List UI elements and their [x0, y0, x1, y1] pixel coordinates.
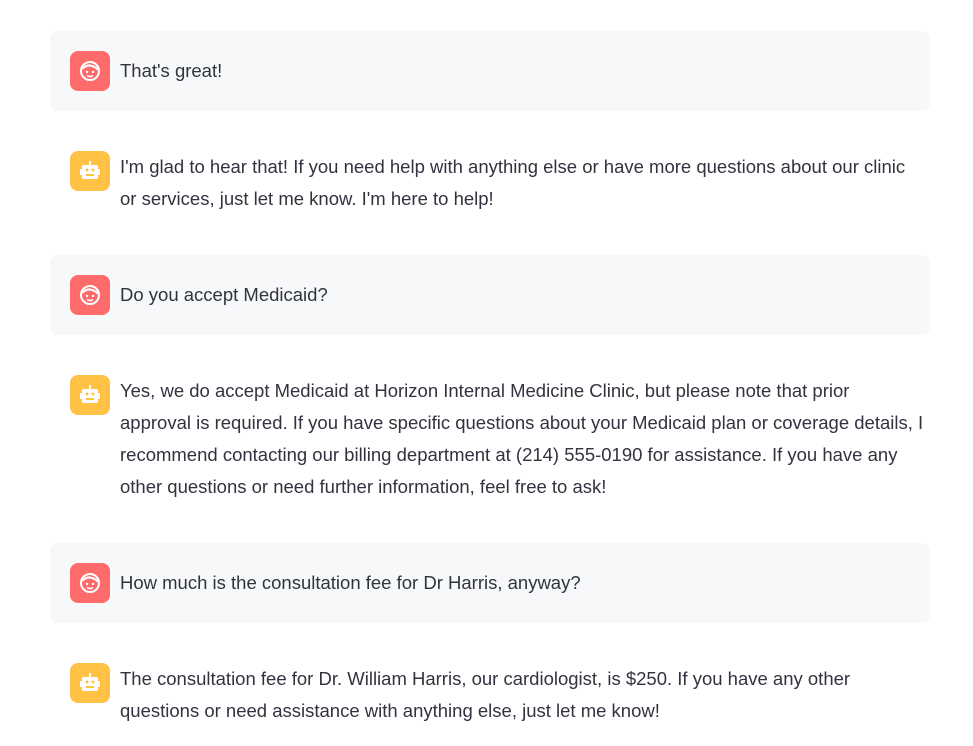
- message-line: or services, just let me know. I'm here …: [120, 188, 494, 209]
- chat-history: That's great! I'm glad to hear that! If …: [0, 0, 973, 746]
- message-text: How much is the consultation fee for Dr …: [120, 567, 930, 599]
- message-line: Yes, we do accept Medicaid at Horizon In…: [120, 380, 850, 401]
- message-text: That's great!: [120, 55, 930, 87]
- message-line: That's great!: [120, 60, 223, 81]
- message-line: How much is the consultation fee for Dr …: [120, 572, 581, 593]
- message-text: I'm glad to hear that! If you need help …: [120, 151, 930, 215]
- message-line: recommend contacting our billing departm…: [120, 444, 898, 465]
- robot-icon: [70, 375, 110, 415]
- message-line: questions or need assistance with anythi…: [120, 700, 660, 721]
- message-line: The consultation fee for Dr. William Har…: [120, 668, 851, 689]
- chat-message-user: How much is the consultation fee for Dr …: [50, 543, 930, 623]
- user-face-icon: [70, 275, 110, 315]
- message-line: Do you accept Medicaid?: [120, 284, 328, 305]
- robot-icon: [70, 663, 110, 703]
- chat-message-user: That's great!: [50, 31, 930, 111]
- chat-message-assistant: The consultation fee for Dr. William Har…: [50, 643, 930, 746]
- user-face-icon: [70, 563, 110, 603]
- message-text: Yes, we do accept Medicaid at Horizon In…: [120, 375, 930, 503]
- user-face-icon: [70, 51, 110, 91]
- message-line: approval is required. If you have specif…: [120, 412, 924, 433]
- message-line: I'm glad to hear that! If you need help …: [120, 156, 906, 177]
- robot-icon: [70, 151, 110, 191]
- chat-message-assistant: I'm glad to hear that! If you need help …: [50, 131, 930, 241]
- chat-message-assistant: Yes, we do accept Medicaid at Horizon In…: [50, 355, 930, 525]
- message-line: other questions or need further informat…: [120, 476, 607, 497]
- message-text: Do you accept Medicaid?: [120, 279, 930, 311]
- chat-message-user: Do you accept Medicaid?: [50, 255, 930, 335]
- message-text: The consultation fee for Dr. William Har…: [120, 663, 930, 727]
